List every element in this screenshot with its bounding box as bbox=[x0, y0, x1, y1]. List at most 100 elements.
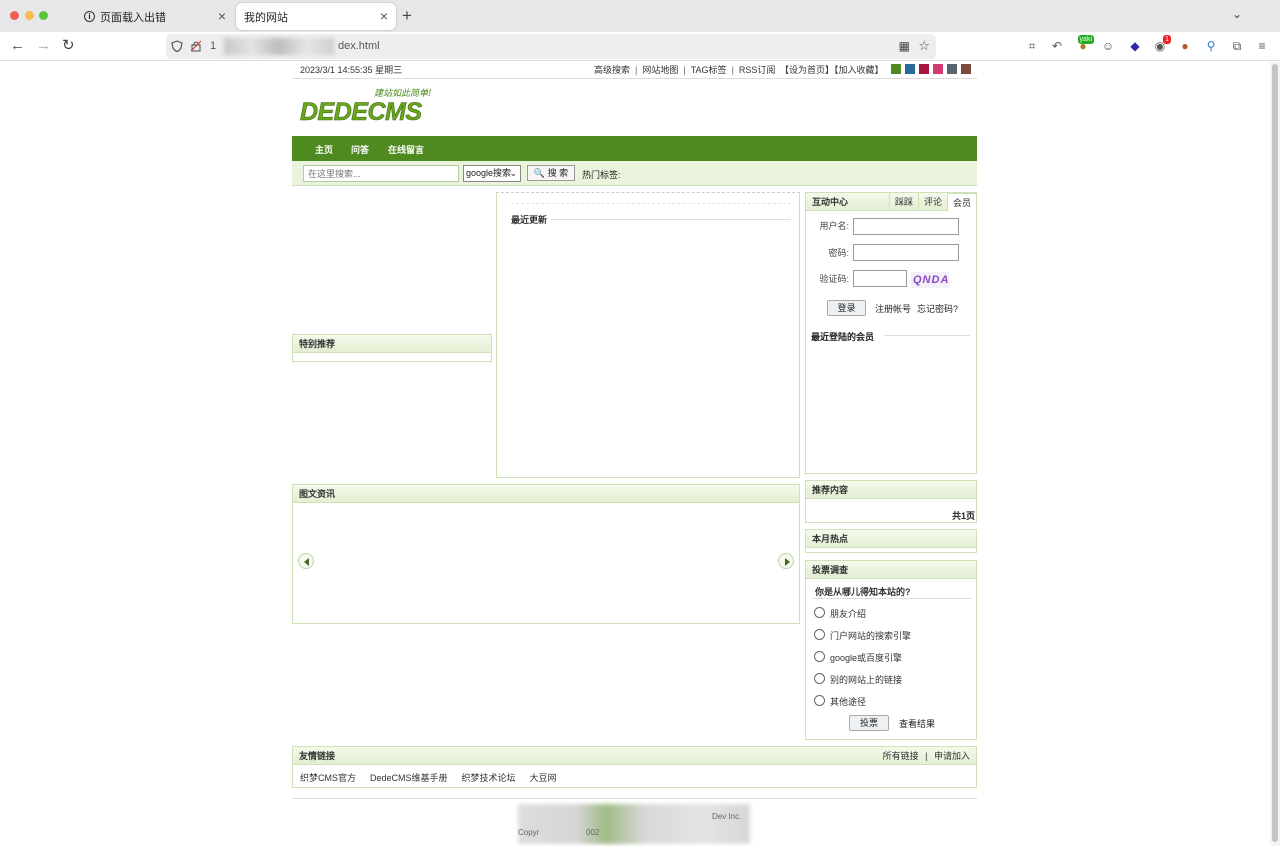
style-swatch-gray[interactable] bbox=[947, 64, 957, 74]
site-logo[interactable]: 建站如此简单! DEDECMS bbox=[300, 86, 456, 128]
close-tab-icon[interactable]: × bbox=[380, 8, 388, 24]
member-center-box: 互动中心 踩踩 评论 会员 用户名: 密码: 验证码: QNDA 登录 注册帐号… bbox=[805, 192, 977, 474]
friend-link[interactable]: 织梦技术论坛 bbox=[462, 771, 516, 784]
qr-code-icon[interactable]: ▦ bbox=[899, 39, 910, 53]
style-swatch-green[interactable] bbox=[891, 64, 901, 74]
username-input[interactable] bbox=[853, 218, 959, 235]
next-arrow-button[interactable] bbox=[778, 553, 794, 569]
address-bar[interactable]: 1 dex.html ▦ ☆ bbox=[166, 34, 936, 59]
prev-arrow-button[interactable] bbox=[298, 553, 314, 569]
vote-radio-friend[interactable] bbox=[814, 607, 825, 618]
special-recommend-box: 特别推荐 bbox=[292, 334, 492, 362]
vote-radio-portal[interactable] bbox=[814, 629, 825, 640]
style-swatch-pink[interactable] bbox=[933, 64, 943, 74]
favorite-links: 【设为首页】【加入收藏】 bbox=[780, 63, 884, 78]
vote-radio-other[interactable] bbox=[814, 695, 825, 706]
login-button[interactable]: 登录 bbox=[827, 300, 866, 316]
extensions-puzzle-icon[interactable]: ⧉ bbox=[1230, 39, 1244, 53]
latest-divider bbox=[511, 203, 791, 204]
register-link[interactable]: 注册帐号 bbox=[875, 302, 911, 315]
friend-links-box: 友情链接 所有链接 | 申请加入 织梦CMS官方 DedeCMS维基手册 织梦技… bbox=[292, 746, 977, 788]
browser-toolbar: ← → ↻ 1 dex.html ▦ ☆ ⌗ ↶ ● yaki ☺ ◆ ◉ 1 ● … bbox=[0, 32, 1280, 61]
style-swatch-blue[interactable] bbox=[905, 64, 915, 74]
back-icon[interactable]: ← bbox=[10, 38, 25, 54]
close-window-button[interactable] bbox=[10, 11, 19, 20]
style-swatch-red[interactable] bbox=[919, 64, 929, 74]
menu-icon[interactable]: ≡ bbox=[1255, 39, 1269, 53]
minimize-window-button[interactable] bbox=[25, 11, 34, 20]
url-text: 1 bbox=[210, 40, 217, 52]
view-results-link[interactable]: 查看结果 bbox=[899, 717, 935, 730]
insecure-lock-icon bbox=[190, 40, 202, 52]
tab-ratings[interactable]: 踩踩 bbox=[888, 193, 918, 211]
tab-comments[interactable]: 评论 bbox=[917, 193, 947, 211]
new-tab-icon[interactable]: + bbox=[402, 6, 412, 26]
captcha-image[interactable]: QNDA bbox=[911, 272, 949, 288]
nav-guestbook[interactable]: 在线留言 bbox=[388, 143, 424, 156]
footer-year: 002 bbox=[586, 828, 600, 837]
url-suffix: dex.html bbox=[338, 40, 380, 52]
friend-link[interactable]: 大豆网 bbox=[530, 771, 557, 784]
redacted-footer bbox=[518, 804, 750, 844]
nav-qa[interactable]: 问答 bbox=[351, 143, 369, 156]
monthly-hot-box: 本月热点 bbox=[805, 529, 977, 553]
chevron-down-icon: ⌄ bbox=[509, 168, 517, 178]
add-favorite-link[interactable]: 【加入收藏】 bbox=[834, 65, 884, 75]
vote-divider bbox=[812, 598, 972, 599]
undo-icon[interactable]: ↶ bbox=[1050, 39, 1064, 53]
picture-news-title: 图文资讯 bbox=[293, 485, 799, 503]
forward-icon[interactable]: → bbox=[36, 38, 51, 54]
style-swatch-brown[interactable] bbox=[961, 64, 971, 74]
search-button[interactable]: 🔍 搜 索 bbox=[527, 165, 575, 181]
latest-divider bbox=[511, 219, 791, 220]
vote-option-text: google或百度引擎 bbox=[830, 653, 903, 663]
top-info-bar: 2023/3/1 14:55:35 星期三 高级搜索 | 网站地图 | TAG标签 |… bbox=[292, 62, 977, 79]
link-tag[interactable]: TAG标签 bbox=[691, 63, 727, 78]
search-engine-select[interactable]: google搜索 ⌄ bbox=[463, 165, 521, 182]
password-input[interactable] bbox=[853, 244, 959, 261]
friend-link[interactable]: 织梦CMS官方 bbox=[300, 771, 356, 784]
yaki-extension-icon[interactable]: ● yaki bbox=[1076, 35, 1094, 53]
link-advanced-search[interactable]: 高级搜索 bbox=[594, 63, 630, 78]
hot-tags-label: 热门标签: bbox=[582, 170, 621, 180]
link-site-map[interactable]: 网站地图 bbox=[642, 63, 678, 78]
all-links-link[interactable]: 所有链接 bbox=[883, 751, 919, 761]
friend-links-header: 友情链接 所有链接 | 申请加入 bbox=[293, 747, 976, 765]
search-input[interactable] bbox=[303, 165, 459, 182]
pin-extension-icon[interactable]: ⚲ bbox=[1204, 39, 1218, 53]
crop-icon[interactable]: ⌗ bbox=[1025, 39, 1039, 53]
vote-radio-google[interactable] bbox=[814, 651, 825, 662]
member-tabs: 踩踩 评论 会员 bbox=[888, 193, 976, 212]
page-scrollbar[interactable] bbox=[1270, 62, 1280, 846]
vote-radio-other-site[interactable] bbox=[814, 673, 825, 684]
set-home-link[interactable]: 【设为首页】 bbox=[780, 65, 834, 75]
friend-link[interactable]: DedeCMS维基手册 bbox=[370, 771, 448, 784]
vote-option-text: 别的网站上的链接 bbox=[830, 675, 903, 685]
bookmark-star-icon[interactable]: ☆ bbox=[918, 38, 930, 54]
tab-title: 我的网站 bbox=[244, 11, 288, 24]
nav-home[interactable]: 主页 bbox=[315, 143, 333, 156]
link-rss[interactable]: RSS订阅 bbox=[739, 63, 776, 78]
monthly-hot-title: 本月热点 bbox=[806, 530, 976, 548]
apply-link[interactable]: 申请加入 bbox=[934, 751, 970, 761]
smile-extension-icon[interactable]: ☺ bbox=[1101, 39, 1115, 53]
vote-box: 投票调查 你是从哪儿得知本站的? 朋友介绍 门户网站的搜索引擎 google或百… bbox=[805, 560, 977, 740]
captcha-input[interactable] bbox=[853, 270, 907, 287]
forgot-password-link[interactable]: 忘记密码? bbox=[917, 302, 958, 315]
search-bar: google搜索⌄ 🔍 搜 索 热门标签: bbox=[292, 161, 977, 186]
badge-extension-icon[interactable]: ◉ 1 bbox=[1153, 35, 1171, 53]
cookie-extension-icon[interactable]: ● bbox=[1178, 39, 1192, 53]
tab-members[interactable]: 会员 bbox=[946, 193, 976, 212]
reload-icon[interactable]: ↻ bbox=[62, 38, 75, 54]
diamond-extension-icon[interactable]: ◆ bbox=[1128, 39, 1142, 53]
maximize-window-button[interactable] bbox=[39, 11, 48, 20]
scroll-thumb[interactable] bbox=[1272, 64, 1278, 842]
tab-page-load-error[interactable]: i 页面载入出错 × bbox=[76, 3, 234, 30]
tab-my-website[interactable]: 我的网站 × bbox=[236, 3, 396, 30]
picture-news-box: 图文资讯 bbox=[292, 484, 800, 624]
chevron-down-icon[interactable]: ⌄ bbox=[1232, 7, 1242, 21]
close-tab-icon[interactable]: × bbox=[218, 8, 226, 24]
username-label: 用户名: bbox=[819, 221, 849, 231]
special-recommend-title: 特别推荐 bbox=[293, 335, 491, 353]
vote-submit-button[interactable]: 投票 bbox=[849, 715, 889, 731]
